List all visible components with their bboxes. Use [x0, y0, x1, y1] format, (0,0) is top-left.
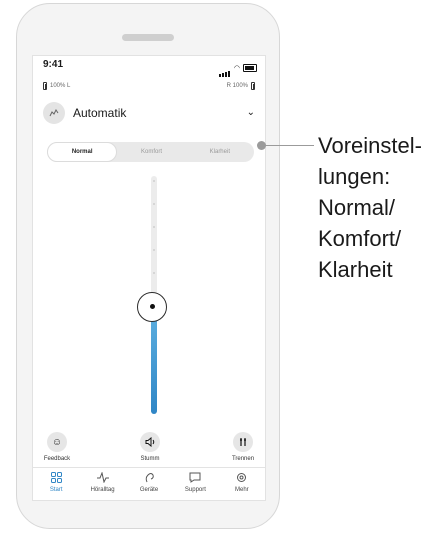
hearing-program-icon [43, 102, 65, 124]
wifi-icon: ◠ [233, 65, 240, 72]
mute-action[interactable]: Stumm [130, 432, 170, 462]
callout-line-3: Normal/ [318, 195, 396, 220]
tab-start-label: Start [49, 487, 63, 493]
activity-icon [79, 471, 125, 485]
volume-fill [151, 306, 157, 414]
chevron-down-icon[interactable]: ⌄ [247, 107, 255, 118]
feedback-action[interactable]: ☺ Feedback [37, 432, 77, 462]
speaker-icon[interactable] [140, 432, 160, 452]
tab-support-label: Support [184, 487, 206, 493]
volume-handle[interactable] [137, 291, 167, 322]
battery-icon [243, 64, 257, 72]
status-bar: 9:41 ◠ [33, 56, 265, 77]
grid-icon [33, 472, 79, 485]
tab-gerate[interactable]: Geräte [126, 468, 172, 500]
callout-line-2: lungen: [318, 164, 391, 189]
callout-line-1: Voreinstel- [318, 133, 422, 158]
action-bar: ☺ Feedback Stumm Trennen [33, 432, 265, 472]
disconnect-label: Trennen [231, 456, 255, 462]
hearing-aid-battery-row: 100% L R 100% [43, 82, 255, 92]
signal-icon [218, 59, 231, 77]
mute-label: Stumm [140, 456, 160, 462]
preset-komfort[interactable]: Komfort [117, 142, 185, 162]
smiley-icon[interactable]: ☺ [47, 432, 67, 452]
right-battery-icon [251, 82, 255, 90]
system-icons: ◠ [218, 59, 257, 77]
callout-line-5: Klarheit [318, 257, 393, 282]
slider-tick [153, 203, 155, 205]
phone-frame: 9:41 ◠ 100% L R 100% Automatik ⌄ Normal … [16, 3, 280, 529]
tab-support[interactable]: Support [172, 468, 218, 500]
program-selector[interactable]: Automatik ⌄ [43, 102, 255, 124]
callout-annotation: Voreinstel- lungen: Normal/ Komfort/ Kla… [318, 130, 438, 285]
callout-line [262, 145, 314, 146]
tab-mehr-label: Mehr [234, 487, 249, 493]
tab-start[interactable]: Start [33, 468, 79, 500]
left-battery-icon [43, 82, 47, 90]
tab-horalltag-label: Höralltag [90, 487, 115, 493]
preset-normal[interactable]: Normal [47, 142, 118, 162]
right-battery-label: R 100% [226, 83, 248, 89]
chat-icon [172, 472, 218, 485]
slider-tick [153, 272, 155, 274]
preset-segmented-control: Normal Komfort Klarheit [47, 142, 254, 162]
feedback-label: Feedback [43, 456, 71, 462]
phone-speaker [122, 34, 174, 41]
gear-icon [219, 472, 265, 485]
slider-tick [153, 226, 155, 228]
preset-klarheit[interactable]: Klarheit [186, 142, 254, 162]
app-screen: 9:41 ◠ 100% L R 100% Automatik ⌄ Normal … [32, 55, 266, 501]
tab-horalltag[interactable]: Höralltag [79, 468, 125, 500]
program-name: Automatik [73, 106, 127, 120]
tab-mehr[interactable]: Mehr [219, 468, 265, 500]
disconnect-action[interactable]: Trennen [223, 432, 263, 462]
slider-tick [153, 249, 155, 251]
tab-gerate-label: Geräte [139, 487, 159, 493]
disconnect-icon[interactable] [233, 432, 253, 452]
left-battery-label: 100% L [50, 83, 71, 89]
status-time: 9:41 [43, 59, 64, 70]
slider-tick [153, 180, 155, 182]
tab-bar: Start Höralltag Geräte Support Mehr [33, 467, 265, 500]
volume-slider[interactable] [137, 176, 167, 414]
callout-line-4: Komfort/ [318, 226, 402, 251]
hearing-aid-icon [126, 472, 172, 485]
